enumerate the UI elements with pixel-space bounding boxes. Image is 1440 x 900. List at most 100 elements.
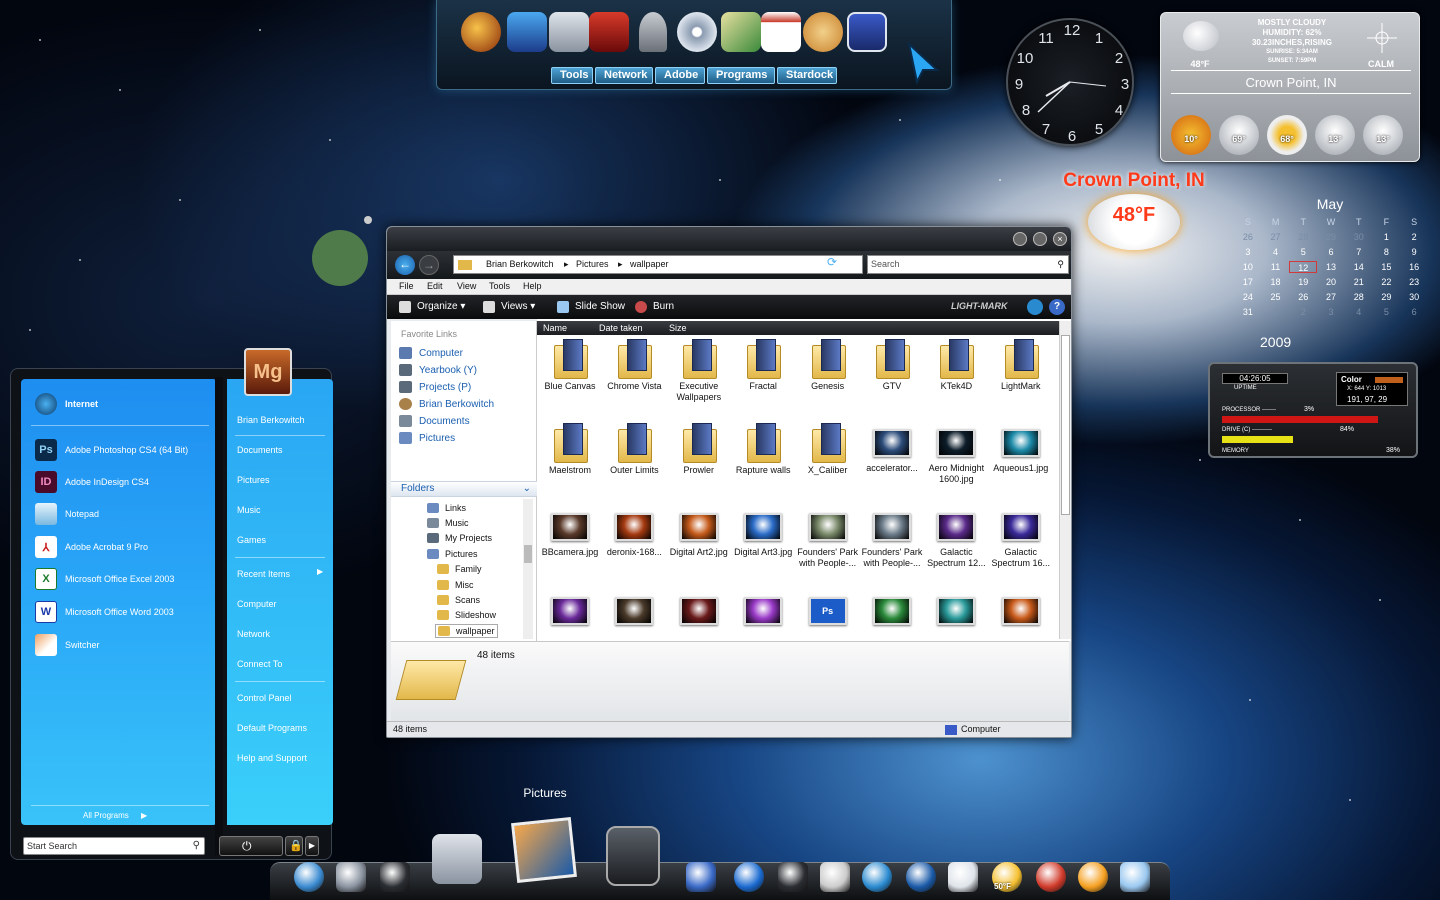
palette-icon[interactable] bbox=[803, 12, 843, 52]
start-link-games[interactable]: Games bbox=[237, 535, 266, 545]
calendar-day[interactable]: 27 bbox=[1317, 291, 1345, 303]
calendar-day[interactable]: 2 bbox=[1400, 231, 1428, 243]
menu-view[interactable]: View bbox=[457, 281, 476, 291]
forward-button[interactable]: → bbox=[419, 255, 439, 275]
start-link-control-panel[interactable]: Control Panel bbox=[237, 693, 292, 703]
media-play-icon[interactable] bbox=[734, 862, 764, 892]
tree-item-misc[interactable]: Misc bbox=[437, 580, 474, 590]
column-size[interactable]: Size bbox=[669, 323, 687, 333]
start-item-photoshop[interactable]: Ps Adobe Photoshop CS4 (64 Bit) bbox=[35, 437, 188, 463]
calendar-day[interactable]: 5 bbox=[1373, 306, 1401, 318]
explorer-search-input[interactable]: Search ⚲ bbox=[867, 255, 1069, 274]
film-icon[interactable] bbox=[432, 834, 482, 884]
file-item[interactable] bbox=[861, 591, 923, 631]
monitor-icon[interactable] bbox=[336, 862, 366, 892]
calendar-day[interactable]: 17 bbox=[1234, 276, 1262, 288]
file-item[interactable] bbox=[990, 591, 1052, 631]
start-item-notepad[interactable]: Notepad bbox=[35, 501, 99, 527]
trash-icon[interactable] bbox=[380, 862, 410, 892]
calendar-day[interactable]: 29 bbox=[1373, 291, 1401, 303]
shutdown-options-button[interactable]: ▶ bbox=[305, 836, 319, 856]
start-link-pictures[interactable]: Pictures bbox=[237, 475, 270, 485]
file-item[interactable] bbox=[603, 591, 665, 631]
help-icon[interactable]: ? bbox=[1049, 299, 1065, 315]
tab-stardock[interactable]: Stardock bbox=[777, 67, 837, 84]
power-icon[interactable] bbox=[1078, 862, 1108, 892]
calendar-day[interactable]: 7 bbox=[1345, 246, 1373, 258]
tree-item-family[interactable]: Family bbox=[437, 564, 482, 574]
lock-button[interactable]: 🔒 bbox=[285, 836, 303, 856]
calendar-check-icon[interactable] bbox=[761, 12, 801, 52]
calendar-day[interactable]: 28 bbox=[1345, 291, 1373, 303]
tree-item-slideshow[interactable]: Slideshow bbox=[437, 610, 496, 620]
flash-icon[interactable] bbox=[461, 12, 501, 52]
calendar-day[interactable]: 22 bbox=[1373, 276, 1401, 288]
calendar-day[interactable]: 6 bbox=[1317, 246, 1345, 258]
folder-item[interactable]: Maelstrom bbox=[539, 423, 601, 476]
folder-item[interactable]: Fractal bbox=[732, 339, 794, 392]
usb-drive-icon[interactable] bbox=[606, 826, 660, 886]
calendar-day[interactable]: 18 bbox=[1262, 276, 1290, 288]
tab-adobe[interactable]: Adobe bbox=[655, 67, 705, 84]
breadcrumb-item[interactable]: Brian Berkowitch bbox=[486, 256, 554, 273]
file-item[interactable] bbox=[732, 591, 794, 631]
start-link-documents[interactable]: Documents bbox=[237, 445, 283, 455]
nav-link-projects[interactable]: Projects (P) bbox=[399, 381, 471, 393]
all-programs-button[interactable]: All Programs ▶ bbox=[83, 811, 147, 820]
menu-tools[interactable]: Tools bbox=[489, 281, 510, 291]
minimize-button[interactable] bbox=[1013, 232, 1027, 246]
calendar-day[interactable]: 3 bbox=[1234, 246, 1262, 258]
calendar-day[interactable]: 5 bbox=[1289, 246, 1317, 258]
calendar-day[interactable]: 31 bbox=[1234, 306, 1262, 318]
start-link-user[interactable]: Brian Berkowitch bbox=[237, 415, 305, 425]
calendar-day[interactable]: 8 bbox=[1373, 246, 1401, 258]
back-button[interactable]: ← bbox=[395, 255, 415, 275]
content-scrollbar-thumb[interactable] bbox=[1061, 335, 1070, 515]
folder-item[interactable]: Chrome Vista bbox=[603, 339, 665, 392]
calendar-day[interactable]: 20 bbox=[1317, 276, 1345, 288]
file-item[interactable]: BBcamera.jpg bbox=[539, 507, 601, 558]
nav-link-documents[interactable]: Documents bbox=[399, 415, 470, 427]
recycle-bin-icon[interactable] bbox=[1120, 862, 1150, 892]
file-item[interactable]: accelerator... bbox=[861, 423, 923, 474]
folder-item[interactable]: GTV bbox=[861, 339, 923, 392]
folder-item[interactable]: Executive Wallpapers bbox=[668, 339, 730, 403]
tree-item-scans[interactable]: Scans bbox=[437, 595, 480, 605]
folder-item[interactable]: Blue Canvas bbox=[539, 339, 601, 392]
file-item[interactable]: Ps bbox=[797, 591, 859, 631]
calendar-day[interactable]: 1 bbox=[1373, 231, 1401, 243]
start-item-internet[interactable]: Internet bbox=[35, 391, 98, 417]
maximize-button[interactable] bbox=[1033, 232, 1047, 246]
refresh-icon[interactable]: ⟳ bbox=[827, 255, 837, 269]
tree-scrollbar[interactable] bbox=[523, 499, 533, 639]
calendar-day[interactable]: 13 bbox=[1317, 261, 1345, 273]
menu-edit[interactable]: Edit bbox=[427, 281, 443, 291]
calendar-day[interactable]: 15 bbox=[1373, 261, 1401, 273]
file-item[interactable] bbox=[539, 591, 601, 631]
monitor-icon[interactable] bbox=[507, 12, 547, 52]
start-item-indesign[interactable]: ID Adobe InDesign CS4 bbox=[35, 469, 149, 495]
file-item[interactable]: Digital Art2.jpg bbox=[668, 507, 730, 558]
file-item[interactable]: Aero Midnight 1600.jpg bbox=[925, 423, 987, 485]
address-bar[interactable]: Brian Berkowitch ▸ Pictures ▸ wallpaper … bbox=[453, 255, 896, 274]
start-link-connect-to[interactable]: Connect To bbox=[237, 659, 282, 669]
folder-item[interactable]: LightMark bbox=[990, 339, 1052, 392]
globe-icon[interactable] bbox=[1027, 299, 1043, 315]
calendar-day[interactable]: 9 bbox=[1400, 246, 1428, 258]
burn-button[interactable]: Burn bbox=[653, 301, 674, 312]
breadcrumb-item[interactable]: wallpaper bbox=[630, 256, 669, 273]
calendar-day[interactable]: 2 bbox=[1289, 306, 1317, 318]
start-item-acrobat[interactable]: ⅄ Adobe Acrobat 9 Pro bbox=[35, 534, 148, 560]
start-search-input[interactable]: Start Search ⚲ bbox=[23, 837, 205, 855]
calendar-day[interactable]: 21 bbox=[1345, 276, 1373, 288]
calendar-day[interactable]: 6 bbox=[1400, 306, 1428, 318]
dvd-icon[interactable] bbox=[677, 12, 717, 52]
mail-icon[interactable] bbox=[948, 862, 978, 892]
column-date-taken[interactable]: Date taken bbox=[599, 323, 643, 333]
tab-network[interactable]: Network bbox=[595, 67, 653, 84]
folder-item[interactable]: KTek4D bbox=[925, 339, 987, 392]
calendar-day[interactable]: 14 bbox=[1345, 261, 1373, 273]
folders-header[interactable]: Folders ⌄ bbox=[391, 481, 537, 497]
upload-icon[interactable] bbox=[639, 12, 667, 52]
calendar-day[interactable]: 24 bbox=[1234, 291, 1262, 303]
